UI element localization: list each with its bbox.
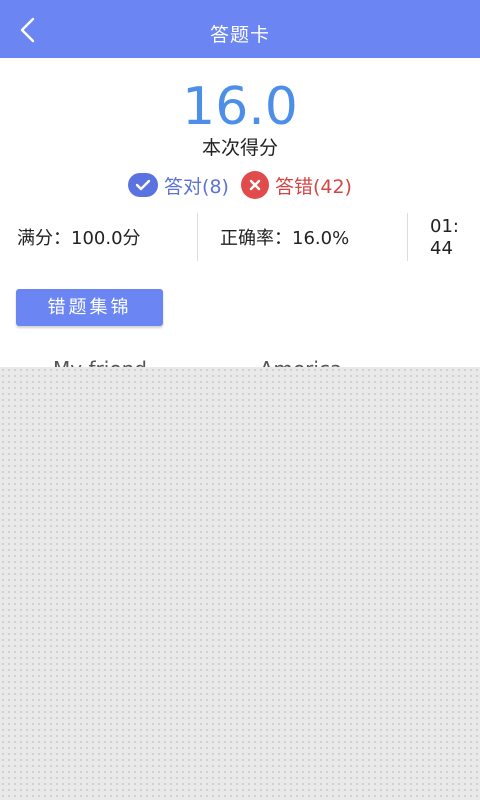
- wrong-count: 答错(42): [240, 171, 352, 199]
- accuracy-rate: 正确率：16.0%: [220, 228, 350, 249]
- wrong-count-label: 答错(42): [274, 175, 352, 198]
- correct-count: 答对(8): [128, 172, 229, 199]
- page-title: 答题卡: [209, 24, 270, 46]
- answer-stats: 答对(8) 答错(42): [0, 170, 480, 200]
- divider: [407, 213, 408, 261]
- full-score: 满分：100.0分: [17, 228, 141, 249]
- score-label: 本次得分: [201, 137, 278, 159]
- check-circle-icon: [128, 173, 159, 197]
- mistakes-collection-button[interactable]: 错题集锦: [16, 289, 163, 326]
- correct-count-label: 答对(8): [164, 175, 229, 198]
- close-circle-icon: [240, 171, 269, 199]
- score-value: 16.0: [182, 77, 298, 137]
- elapsed-time: 01: 44: [430, 216, 478, 260]
- elapsed-time-text: 01: 44: [430, 216, 459, 259]
- app-header: 答题卡: [0, 0, 480, 58]
- divider: [197, 213, 198, 261]
- chevron-left-icon: [20, 17, 35, 43]
- loading-overlay: [0, 367, 480, 800]
- score-info-row: 满分：100.0分 正确率：16.0%: [0, 213, 480, 261]
- back-button[interactable]: [10, 14, 46, 46]
